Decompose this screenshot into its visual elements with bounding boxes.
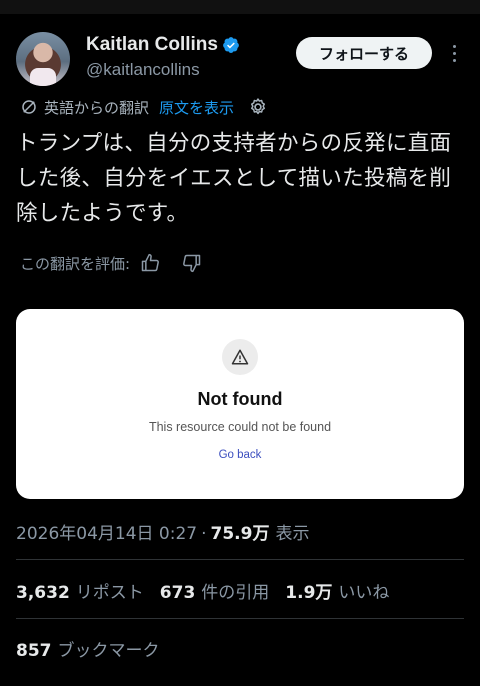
show-original-link[interactable]: 原文を表示 (159, 97, 234, 118)
top-bar (0, 0, 480, 14)
timestamp[interactable]: 2026年04月14日 0:27 (16, 519, 197, 544)
likes-count[interactable]: 1.9万 (285, 578, 332, 603)
card-title: Not found (197, 389, 283, 409)
meta-separator: · (201, 524, 207, 544)
verified-badge-icon (223, 37, 239, 53)
quotes-label[interactable]: 件の引用 (201, 578, 269, 603)
engagement-stats: 3,632 リポスト 673 件の引用 1.9万 いいね (16, 578, 405, 603)
reposts-label[interactable]: リポスト (76, 578, 144, 603)
embedded-card[interactable]: Not found This resource could not be fou… (16, 309, 464, 499)
go-back-link[interactable]: Go back (16, 449, 464, 461)
rate-translation-label: この翻訳を評価: (20, 254, 131, 273)
reposts-count[interactable]: 3,632 (16, 583, 70, 603)
bookmarks-label[interactable]: ブックマーク (58, 636, 160, 661)
thumbs-up-icon[interactable] (140, 253, 160, 273)
translation-row: 英語からの翻訳 原文を表示 (20, 96, 268, 118)
translation-label: 英語からの翻訳 (44, 98, 150, 117)
author-name[interactable]: Kaitlan Collins (86, 34, 218, 56)
warning-icon (222, 339, 258, 375)
quotes-count[interactable]: 673 (160, 583, 196, 603)
more-options-icon[interactable] (446, 40, 462, 66)
card-subtitle: This resource could not be found (148, 420, 332, 434)
views-label: 表示 (275, 524, 310, 544)
tweet-text: トランプは、自分の支持者からの反発に直面した後、自分をイエスとして描いた投稿を削… (16, 131, 452, 226)
likes-label[interactable]: いいね (338, 578, 389, 603)
translate-icon (22, 100, 36, 114)
bookmarks-count[interactable]: 857 (16, 641, 52, 661)
gear-icon[interactable] (248, 97, 268, 117)
name-row: Kaitlan Collins (86, 34, 240, 56)
tweet-header: Kaitlan Collins @kaitlancollins フォローする (16, 30, 464, 90)
rate-translation-row: この翻訳を評価: (20, 251, 202, 275)
bookmarks-stat: 857 ブックマーク (16, 636, 176, 661)
follow-button[interactable]: フォローする (296, 37, 432, 69)
tweet-meta: 2026年04月14日 0:27 · 75.9万 表示 (16, 519, 309, 544)
avatar[interactable] (16, 32, 70, 86)
views-count: 75.9万 (210, 524, 270, 544)
divider (16, 559, 464, 560)
author-handle[interactable]: @kaitlancollins (86, 60, 200, 80)
divider (16, 618, 464, 619)
thumbs-down-icon[interactable] (182, 253, 202, 273)
